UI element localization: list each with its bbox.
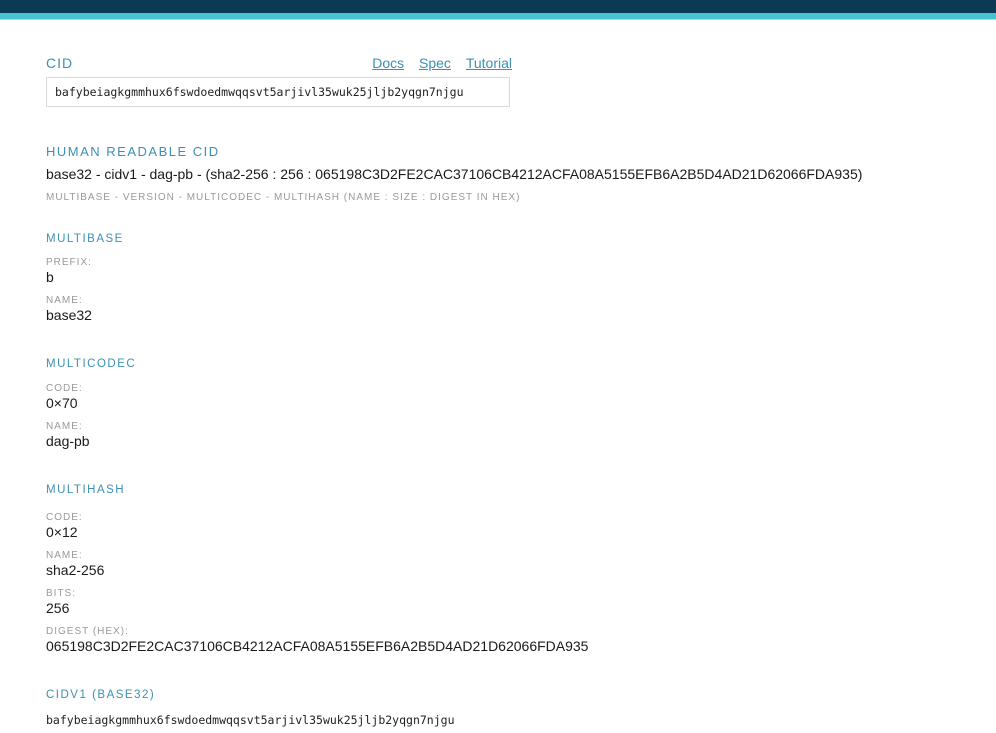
cid-input[interactable] bbox=[46, 77, 510, 107]
multibase-name-label: NAME: bbox=[46, 295, 83, 306]
multihash-code-label: CODE: bbox=[46, 512, 83, 523]
multibase-prefix-label: PREFIX: bbox=[46, 257, 92, 268]
doc-links: Docs Spec Tutorial bbox=[361, 55, 512, 71]
multibase-name-value: base32 bbox=[46, 307, 92, 323]
multicodec-title: MULTICODEC bbox=[46, 358, 137, 370]
multicodec-name-value: dag-pb bbox=[46, 433, 90, 449]
multihash-title: MULTIHASH bbox=[46, 484, 126, 496]
multihash-digest-value: 065198C3D2FE2CAC37106CB4212ACFA08A5155EF… bbox=[46, 638, 589, 654]
docs-link[interactable]: Docs bbox=[372, 55, 404, 71]
multihash-code-value: 0×12 bbox=[46, 524, 78, 540]
multicodec-code-label: CODE: bbox=[46, 383, 83, 394]
multihash-name-value: sha2-256 bbox=[46, 562, 105, 578]
human-readable-title: HUMAN READABLE CID bbox=[46, 144, 220, 159]
human-readable-value: base32 - cidv1 - dag-pb - (sha2-256 : 25… bbox=[46, 166, 863, 182]
multihash-digest-label: DIGEST (HEX): bbox=[46, 626, 129, 637]
tutorial-link[interactable]: Tutorial bbox=[466, 55, 512, 71]
human-readable-legend: MULTIBASE - VERSION - MULTICODEC - MULTI… bbox=[46, 192, 521, 203]
accent-bar bbox=[0, 13, 996, 20]
multihash-bits-label: BITS: bbox=[46, 588, 77, 599]
cid-label: CID bbox=[46, 55, 74, 71]
multihash-bits-value: 256 bbox=[46, 600, 70, 616]
multicodec-name-label: NAME: bbox=[46, 421, 83, 432]
multibase-prefix-value: b bbox=[46, 269, 54, 285]
top-header-bar bbox=[0, 0, 996, 13]
multihash-name-label: NAME: bbox=[46, 550, 83, 561]
multibase-title: MULTIBASE bbox=[46, 233, 124, 245]
cidv1-value: bafybeiagkgmmhux6fswdoedmwqqsvt5arjivl35… bbox=[46, 713, 455, 727]
spec-link[interactable]: Spec bbox=[419, 55, 451, 71]
cid-header: CID Docs Spec Tutorial bbox=[46, 55, 512, 73]
multicodec-code-value: 0×70 bbox=[46, 395, 78, 411]
cidv1-title: CIDV1 (BASE32) bbox=[46, 689, 156, 701]
